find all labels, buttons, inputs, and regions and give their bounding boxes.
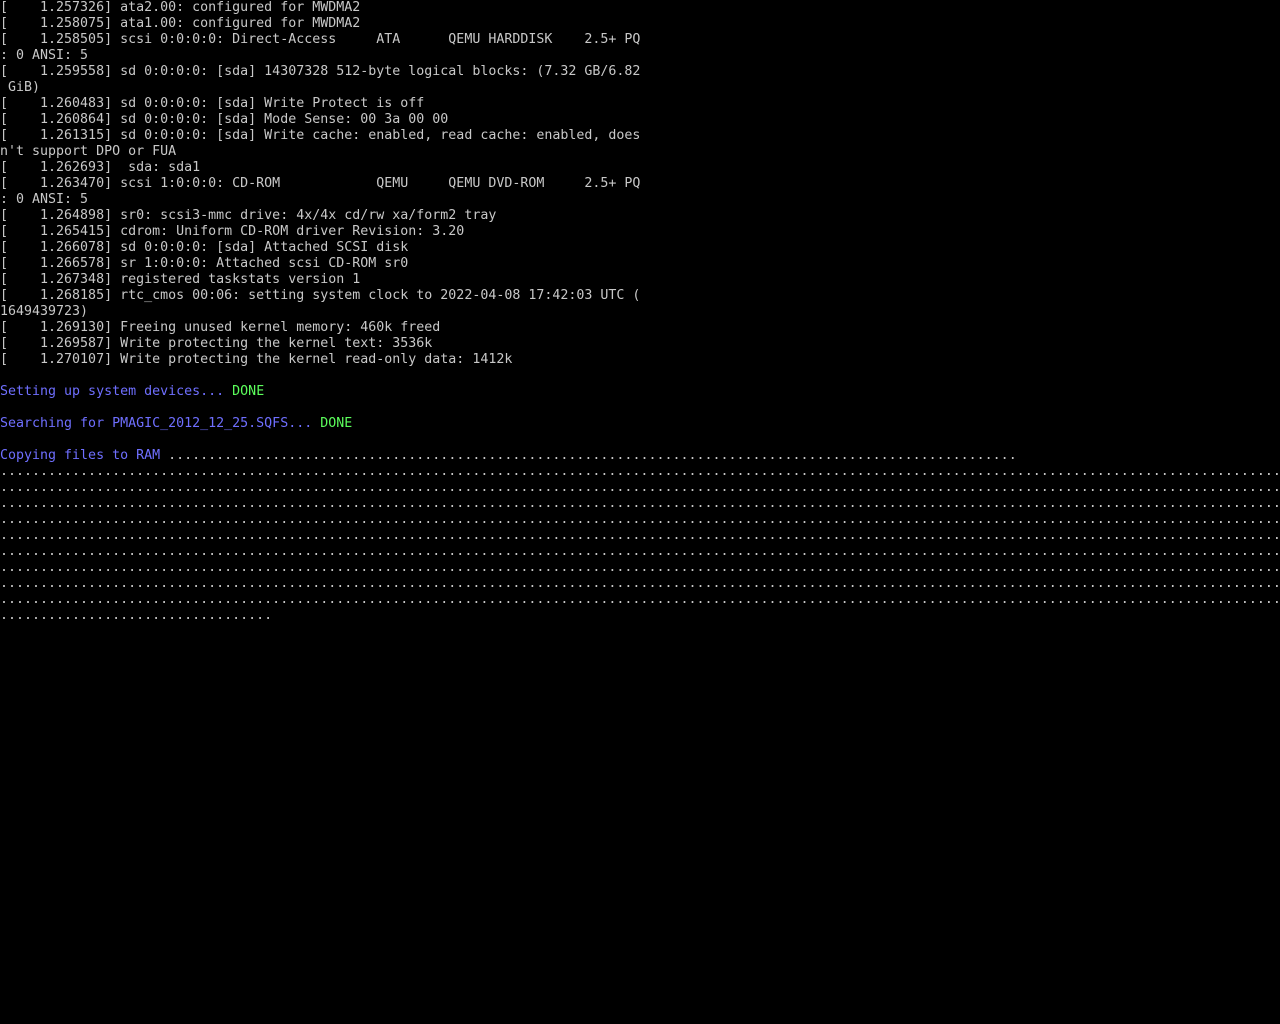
log-line: GiB) bbox=[0, 80, 41, 95]
progress-dots-line: ........................................… bbox=[0, 576, 1280, 591]
progress-dots: ........................................… bbox=[168, 448, 1017, 463]
search-status-label: Searching for PMAGIC_2012_12_25.SQFS... bbox=[0, 416, 321, 431]
progress-dots-line: ........................................… bbox=[0, 528, 1280, 543]
console-screen: [ 1.257326] ata2.00: configured for MWDM… bbox=[0, 0, 1280, 1024]
search-status-line: Searching for PMAGIC_2012_12_25.SQFS... … bbox=[0, 416, 1280, 432]
progress-dots-line: ........................................… bbox=[0, 512, 1280, 527]
copy-status-label: Copying files to RAM bbox=[0, 448, 169, 463]
log-line: [ 1.261315] sd 0:0:0:0: [sda] Write cach… bbox=[0, 128, 641, 143]
copy-status-line: Copying files to RAM ...................… bbox=[0, 448, 1280, 464]
log-line: [ 1.262693] sda: sda1 bbox=[0, 160, 201, 175]
progress-dots-line: ........................................… bbox=[0, 544, 1280, 559]
log-line: : 0 ANSI: 5 bbox=[0, 48, 89, 63]
progress-dots-line: ........................................… bbox=[0, 560, 1280, 575]
log-line: [ 1.270107] Write protecting the kernel … bbox=[0, 352, 513, 367]
kernel-log: [ 1.257326] ata2.00: configured for MWDM… bbox=[0, 0, 1280, 368]
progress-dots-line: ........................................… bbox=[0, 480, 1280, 495]
copy-progress: Copying files to RAM ...................… bbox=[0, 448, 1280, 624]
log-line: [ 1.265415] cdrom: Uniform CD-ROM driver… bbox=[0, 224, 465, 239]
progress-dots-line: ........................................… bbox=[0, 464, 1280, 479]
progress-dots-line: ........................................… bbox=[0, 592, 1280, 607]
log-line: [ 1.259558] sd 0:0:0:0: [sda] 14307328 5… bbox=[0, 64, 641, 79]
setup-status-line: Setting up system devices... DONE bbox=[0, 384, 1280, 400]
log-line: n't support DPO or FUA bbox=[0, 144, 177, 159]
log-line: [ 1.266578] sr 1:0:0:0: Attached scsi CD… bbox=[0, 256, 409, 271]
progress-dots-line: ........................................… bbox=[0, 496, 1280, 511]
log-line: [ 1.258075] ata1.00: configured for MWDM… bbox=[0, 16, 361, 31]
log-line: 1649439723) bbox=[0, 304, 89, 319]
search-status-done: DONE bbox=[320, 416, 353, 431]
setup-status-label: Setting up system devices... bbox=[0, 384, 233, 399]
log-line: [ 1.267348] registered taskstats version… bbox=[0, 272, 361, 287]
setup-status-done: DONE bbox=[232, 384, 265, 399]
log-line: [ 1.264898] sr0: scsi3-mmc drive: 4x/4x … bbox=[0, 208, 497, 223]
log-line: [ 1.260483] sd 0:0:0:0: [sda] Write Prot… bbox=[0, 96, 425, 111]
log-line: [ 1.269587] Write protecting the kernel … bbox=[0, 336, 433, 351]
log-line: [ 1.257326] ata2.00: configured for MWDM… bbox=[0, 0, 361, 15]
progress-dots-line-last: .................................. bbox=[0, 608, 273, 623]
log-line: [ 1.268185] rtc_cmos 00:06: setting syst… bbox=[0, 288, 641, 303]
log-line: [ 1.260864] sd 0:0:0:0: [sda] Mode Sense… bbox=[0, 112, 449, 127]
log-line: [ 1.263470] scsi 1:0:0:0: CD-ROM QEMU QE… bbox=[0, 176, 641, 191]
log-line: [ 1.266078] sd 0:0:0:0: [sda] Attached S… bbox=[0, 240, 409, 255]
log-line: [ 1.269130] Freeing unused kernel memory… bbox=[0, 320, 441, 335]
log-line: [ 1.258505] scsi 0:0:0:0: Direct-Access … bbox=[0, 32, 641, 47]
log-line: : 0 ANSI: 5 bbox=[0, 192, 89, 207]
